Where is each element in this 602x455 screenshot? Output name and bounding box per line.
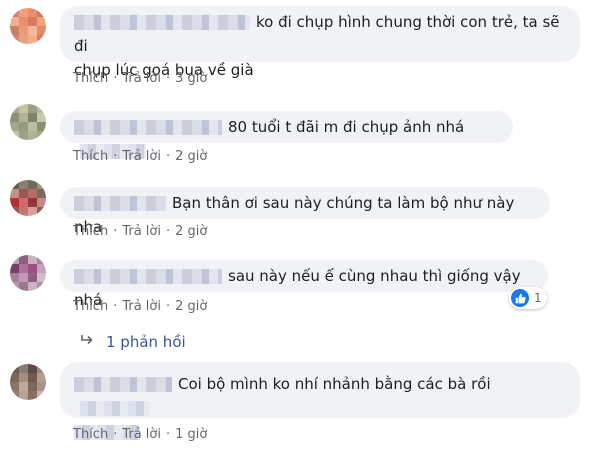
- like-link[interactable]: Thích: [73, 224, 108, 239]
- reaction-count-value: 1: [534, 291, 542, 305]
- reply-link[interactable]: Trả lời: [122, 224, 161, 239]
- like-icon: [511, 289, 529, 307]
- timestamp[interactable]: 2 giờ: [175, 299, 207, 314]
- comment-actions: Thích · Trả lời · 2 giờ: [73, 299, 208, 314]
- avatar[interactable]: [10, 255, 46, 291]
- comment-text: 80 tuổi t đãi m đi chụp ảnh nhá: [228, 118, 465, 136]
- comment-bubble: ko đi chụp hình chung thời con trẻ, ta s…: [60, 6, 580, 79]
- avatar[interactable]: [10, 8, 46, 44]
- comment-actions: Thích · Trả lời · 1 giờ: [73, 427, 208, 442]
- commenter-name[interactable]: [74, 269, 222, 284]
- like-link[interactable]: Thích: [73, 427, 108, 442]
- comment-actions: Thích · Trả lời · 2 giờ: [73, 149, 208, 164]
- like-link[interactable]: Thích: [73, 71, 108, 86]
- comment-bubble: Coi bộ mình ko nhí nhảnh bằng các bà rồi: [60, 362, 580, 440]
- comment-bubble: sau này nếu ế cùng nhau thì giống vậy nh…: [60, 260, 548, 309]
- avatar[interactable]: [10, 104, 46, 140]
- replies-label: 1 phản hồi: [106, 333, 186, 351]
- reply-link[interactable]: Trả lời: [122, 427, 161, 442]
- reaction-count[interactable]: 1: [509, 287, 547, 309]
- like-link[interactable]: Thích: [73, 299, 108, 314]
- comment-bubble: Bạn thân ơi sau này chúng ta làm bộ như …: [60, 187, 550, 236]
- avatar[interactable]: [10, 180, 46, 216]
- timestamp[interactable]: 3 giờ: [175, 71, 207, 86]
- commenter-name[interactable]: [74, 120, 222, 135]
- view-replies-link[interactable]: 1 phản hồi: [80, 332, 186, 352]
- like-link[interactable]: Thích: [73, 149, 108, 164]
- comment-text: Coi bộ mình ko nhí nhảnh bằng các bà rồi: [178, 375, 491, 393]
- reply-arrow-icon: [80, 332, 94, 352]
- comment-actions: Thích · Trả lời · 3 giờ: [73, 71, 208, 86]
- timestamp[interactable]: 2 giờ: [175, 224, 207, 239]
- comment-actions: Thích · Trả lời · 2 giờ: [73, 224, 208, 239]
- comment-bubble: 80 tuổi t đãi m đi chụp ảnh nhá: [60, 111, 513, 159]
- commenter-name[interactable]: [74, 196, 166, 211]
- reply-link[interactable]: Trả lời: [122, 71, 161, 86]
- timestamp[interactable]: 1 giờ: [175, 427, 207, 442]
- avatar[interactable]: [10, 364, 46, 400]
- commenter-name[interactable]: [74, 377, 172, 392]
- reply-link[interactable]: Trả lời: [122, 149, 161, 164]
- timestamp[interactable]: 2 giờ: [175, 149, 207, 164]
- commenter-name[interactable]: [74, 15, 250, 30]
- reply-link[interactable]: Trả lời: [122, 299, 161, 314]
